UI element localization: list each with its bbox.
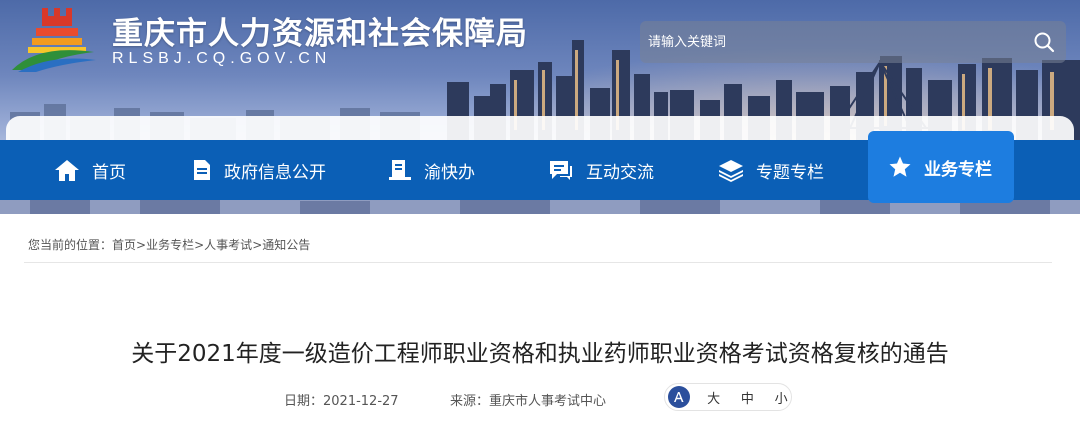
breadcrumb-personnel-exam[interactable]: 人事考试 [204,238,252,252]
search-button[interactable] [1028,26,1060,58]
breadcrumb-business[interactable]: 业务专栏 [146,238,194,252]
nav-item-label: 政府信息公开 [224,162,326,183]
article-source: 来源：重庆市人事考试中心 [450,390,606,409]
bureau-logo [12,8,96,72]
breadcrumb-prefix: 您当前的位置： [28,238,113,252]
nav-item-business[interactable]: 业务专栏 [868,131,1014,203]
breadcrumb-home[interactable]: 首页 [112,238,136,252]
home-icon [55,160,79,181]
breadcrumb-notices[interactable]: 通知公告 [262,238,310,252]
breadcrumb-separator: > [136,238,147,252]
chat-icon [550,161,572,180]
search-icon [1034,32,1055,53]
search-box [640,21,1066,63]
nav-item-home[interactable]: 首页 [54,140,126,200]
nav-item-label: 业务专栏 [924,159,992,180]
font-size-medium[interactable]: 中 [737,388,757,407]
font-size-large[interactable]: 大 [704,388,724,407]
site-domain: RLSBJ.CQ.GOV.CN [112,50,332,67]
nav-item-label: 首页 [92,162,126,183]
search-input[interactable] [648,27,1018,57]
breadcrumb: 您当前的位置：首页>业务专栏>人事考试>通知公告 [28,236,310,253]
source-label: 来源： [450,394,490,409]
article-title: 关于2021年度一级造价工程师职业资格和执业药师职业资格考试资格复核的通告 [131,341,949,367]
site-title: 重庆市人力资源和社会保障局 [112,16,528,52]
font-size-switcher: 大 中 小 [664,383,792,411]
date-value: 2021-12-27 [323,394,399,409]
layers-icon [719,160,743,182]
nav-item-interaction[interactable]: 互动交流 [548,140,654,200]
nav-item-label: 专题专栏 [756,162,824,183]
font-size-small[interactable]: 小 [771,388,791,407]
date-label: 日期： [284,394,324,409]
nav-item-label: 渝快办 [424,162,475,183]
star-icon [889,156,911,177]
source-value: 重庆市人事考试中心 [489,394,607,409]
nav-item-label: 互动交流 [586,162,654,183]
breadcrumb-divider [24,262,1052,263]
font-size-icon [668,386,690,408]
nav-item-yukuaiban[interactable]: 渝快办 [388,140,475,200]
breadcrumb-separator: > [194,238,205,252]
article-date: 日期：2021-12-27 [284,390,399,409]
breadcrumb-separator: > [252,238,263,252]
main-nav: 首页 政府信息公开 渝快办 互动交流 专题专栏 业务专栏 [0,131,1080,203]
nav-item-special-topics[interactable]: 专题专栏 [718,140,824,200]
document-icon [194,160,210,180]
nav-item-gov-info[interactable]: 政府信息公开 [192,140,326,200]
service-icon [389,160,411,180]
